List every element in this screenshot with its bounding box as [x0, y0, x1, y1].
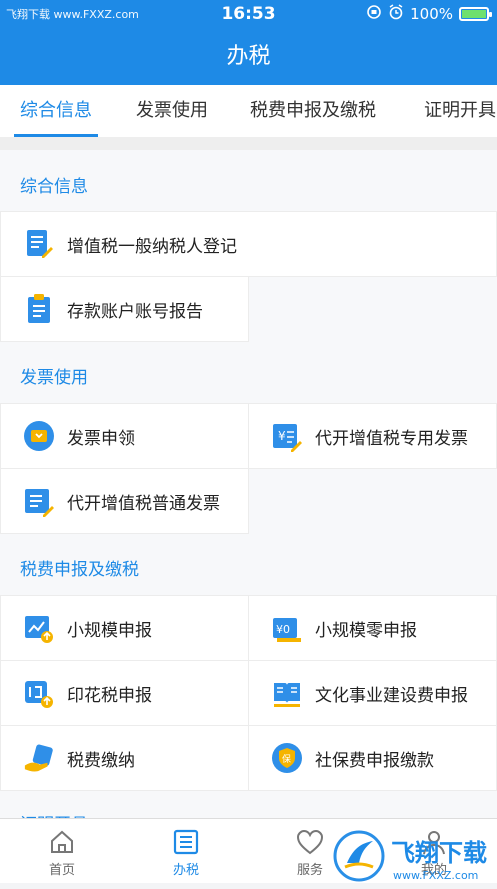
tabbar-tax[interactable]: 办税 [124, 825, 248, 878]
section-title-general: 综合信息 [20, 177, 88, 197]
clipboard-icon [23, 293, 55, 325]
stamp-upload-icon [23, 677, 55, 709]
item-label: 文化事业建设费申报 [315, 685, 468, 706]
item-label: 增值税一般纳税人登记 [67, 236, 237, 257]
item-vat-registration[interactable]: 增值税一般纳税人登记 [0, 211, 497, 277]
list-icon [124, 825, 248, 859]
item-tax-payment[interactable]: 税费缴纳 [0, 725, 249, 791]
tab-general-info[interactable]: 综合信息 [14, 85, 98, 137]
tabbar-home[interactable]: 首页 [0, 825, 124, 878]
item-label: 税费缴纳 [67, 750, 135, 771]
item-stamp-tax-declare[interactable]: 印花税申报 [0, 660, 249, 726]
status-bar: 飞翔下载 www.FXXZ.com 16:53 100% [0, 0, 497, 28]
item-social-security-payment[interactable]: 保 社保费申报缴款 [248, 725, 497, 791]
svg-text:¥0: ¥0 [276, 623, 290, 636]
item-label: 印花税申报 [67, 685, 152, 706]
content-list[interactable]: 综合信息 增值税一般纳税人登记 存款账户账号报告 发票使用 发票申领 ¥ 代开增… [0, 150, 497, 818]
rotation-lock-icon [366, 4, 382, 24]
watermark-logo: 飞翔下载 www.FXXZ.com [333, 827, 493, 885]
tab-certificate[interactable]: 证明开具 [424, 85, 496, 137]
divider [0, 137, 497, 150]
item-label: 代开增值税普通发票 [67, 493, 220, 514]
bottom-tab-bar: 首页 办税 服务 我的 飞翔下载 www.FXXZ.com [0, 818, 497, 883]
invoice-yuan-edit-icon: ¥ [271, 420, 303, 452]
item-vat-normal-invoice[interactable]: 代开增值税普通发票 [0, 468, 249, 534]
tabbar-tax-label: 办税 [172, 863, 199, 878]
chart-upload-icon [23, 612, 55, 644]
tab-invoice-use[interactable]: 发票使用 [136, 85, 208, 137]
svg-text:¥: ¥ [278, 429, 286, 443]
item-vat-special-invoice[interactable]: ¥ 代开增值税专用发票 [248, 403, 497, 469]
tabbar-home-label: 首页 [48, 863, 75, 878]
section-title-declare: 税费申报及缴税 [20, 560, 139, 580]
item-label: 小规模零申报 [315, 620, 417, 641]
battery-icon [459, 7, 492, 21]
item-label: 社保费申报缴款 [315, 750, 434, 771]
invoice-edit-icon [23, 485, 55, 517]
item-small-scale-zero-declare[interactable]: ¥0 小规模零申报 [248, 595, 497, 661]
item-small-scale-declare[interactable]: 小规模申报 [0, 595, 249, 661]
svg-text:www.FXXZ.com: www.FXXZ.com [393, 869, 478, 882]
form-edit-icon [23, 228, 55, 260]
category-tabs: 综合信息 发票使用 税费申报及缴税 证明开具 [0, 85, 497, 137]
item-label: 代开增值税专用发票 [315, 428, 468, 449]
svg-text:飞翔下载: 飞翔下载 [391, 839, 487, 867]
hand-money-icon [23, 742, 55, 774]
item-culture-fee-declare[interactable]: 文化事业建设费申报 [248, 660, 497, 726]
tab-tax-declare[interactable]: 税费申报及缴税 [250, 85, 376, 137]
ticket-coin-icon [23, 420, 55, 452]
section-title-invoice: 发票使用 [20, 368, 88, 388]
book-icon [271, 677, 303, 709]
home-icon [0, 825, 124, 859]
svg-text:保: 保 [282, 753, 291, 765]
item-label: 发票申领 [67, 428, 135, 449]
shield-badge-icon: 保 [271, 742, 303, 774]
page-title: 办税 [0, 28, 497, 85]
battery-percent: 100% [410, 5, 453, 23]
item-deposit-account-report[interactable]: 存款账户账号报告 [0, 276, 249, 342]
item-label: 存款账户账号报告 [67, 301, 203, 322]
item-invoice-apply[interactable]: 发票申领 [0, 403, 249, 469]
yuan-zero-icon: ¥0 [271, 612, 303, 644]
alarm-icon [388, 4, 404, 24]
status-right: 100% [366, 4, 492, 24]
section-title-proof: 证明开具 [20, 810, 88, 818]
item-label: 小规模申报 [67, 620, 152, 641]
